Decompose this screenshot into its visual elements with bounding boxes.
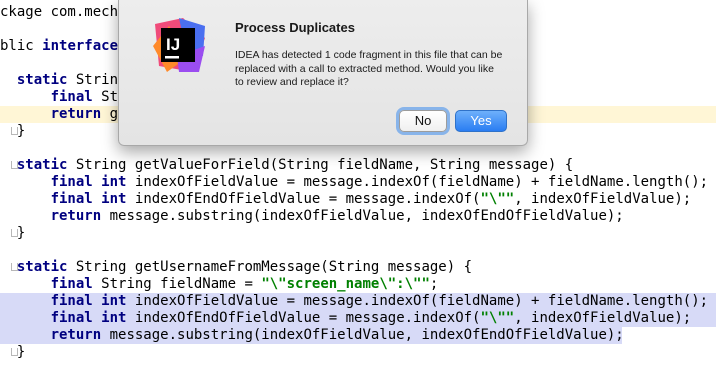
- code-line-text: final int indexOfFieldValue = message.in…: [50, 293, 709, 309]
- code-line-text: return message.substring(indexOfFieldVal…: [50, 208, 624, 224]
- code-line-21[interactable]: }: [0, 344, 716, 361]
- code-line-text: static String getUsernameFromMessage(Str…: [16, 259, 473, 275]
- dialog-title: Process Duplicates: [235, 20, 355, 35]
- code-line-18-duplicate[interactable]: final int indexOfFieldValue = message.in…: [0, 293, 716, 310]
- no-button[interactable]: No: [399, 110, 447, 132]
- code-line-19-duplicate[interactable]: final int indexOfEndOfFieldValue = messa…: [0, 310, 716, 327]
- code-line-16[interactable]: static String getUsernameFromMessage(Str…: [0, 259, 716, 276]
- code-line-text: }: [0, 344, 26, 360]
- code-line-13[interactable]: return message.substring(indexOfFieldVal…: [0, 208, 716, 225]
- svg-text:IJ: IJ: [166, 35, 180, 54]
- code-line-14[interactable]: }: [0, 225, 716, 242]
- code-line-17[interactable]: final String fieldName = "\"screen_name\…: [0, 276, 716, 293]
- code-line-text: final String fieldName = "\"screen_name\…: [50, 276, 439, 292]
- code-line-text: static String getValueForField(String fi…: [16, 157, 574, 173]
- code-line-text: final int indexOfFieldValue = message.in…: [50, 174, 709, 190]
- code-line-20-duplicate[interactable]: return message.substring(indexOfFieldVal…: [0, 327, 624, 344]
- code-line-11[interactable]: final int indexOfFieldValue = message.in…: [0, 174, 716, 191]
- yes-button[interactable]: Yes: [455, 110, 507, 132]
- code-line-text: return message.substring(indexOfFieldVal…: [50, 327, 624, 343]
- intellij-idea-logo-icon: IJ: [153, 18, 205, 72]
- process-duplicates-dialog: IJ Process Duplicates IDEA has detected …: [118, 0, 528, 146]
- code-line-text: }: [0, 123, 26, 139]
- code-line-10[interactable]: static String getValueForField(String fi…: [0, 157, 716, 174]
- code-line-text: final int indexOfEndOfFieldValue = messa…: [50, 191, 692, 207]
- code-line-text: final int indexOfEndOfFieldValue = messa…: [50, 310, 692, 326]
- code-line-12[interactable]: final int indexOfEndOfFieldValue = messa…: [0, 191, 716, 208]
- code-line-text: }: [0, 225, 26, 241]
- dialog-message: IDEA has detected 1 code fragment in thi…: [235, 49, 503, 88]
